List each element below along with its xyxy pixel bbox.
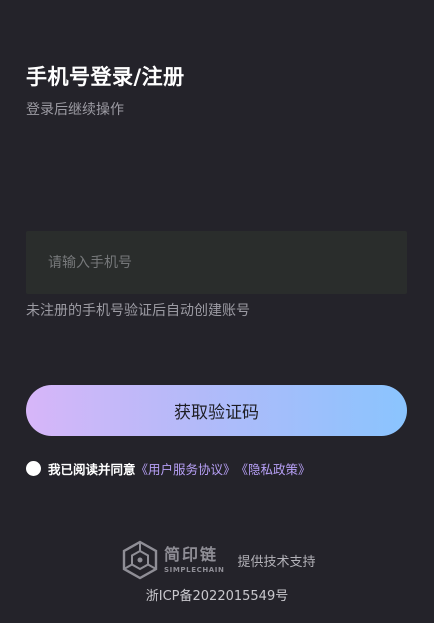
- agreement-row: 我已阅读并同意 《用户服务协议》 《隐私政策》: [26, 459, 311, 477]
- phone-input[interactable]: [26, 231, 407, 294]
- footer-brand: 简印链 SIMPLECHAIN 提供技术支持: [120, 540, 315, 580]
- phone-input-container: [26, 231, 407, 294]
- get-code-button[interactable]: 获取验证码: [26, 385, 407, 436]
- logo-brand-en: SIMPLECHAIN: [164, 566, 225, 574]
- simplechain-logo-icon: [122, 540, 158, 580]
- agreement-text: 我已阅读并同意: [48, 461, 136, 477]
- login-page: 手机号登录/注册 登录后继续操作 未注册的手机号验证后自动创建账号 获取验证码 …: [0, 0, 434, 623]
- agreement-radio[interactable]: [26, 460, 41, 476]
- page-title: 手机号登录/注册: [26, 65, 185, 89]
- logo-brand-cn: 简印链: [164, 545, 219, 564]
- logo-text: 简印链 SIMPLECHAIN: [164, 545, 224, 575]
- register-hint: 未注册的手机号验证后自动创建账号: [26, 303, 250, 319]
- user-agreement-link[interactable]: 《用户服务协议》: [136, 459, 236, 478]
- privacy-policy-link[interactable]: 《隐私政策》: [236, 459, 311, 478]
- tech-support-text: 提供技术支持: [237, 554, 316, 570]
- page-subtitle: 登录后继续操作: [26, 102, 124, 118]
- icp-record[interactable]: 浙ICP备2022015549号: [0, 585, 434, 604]
